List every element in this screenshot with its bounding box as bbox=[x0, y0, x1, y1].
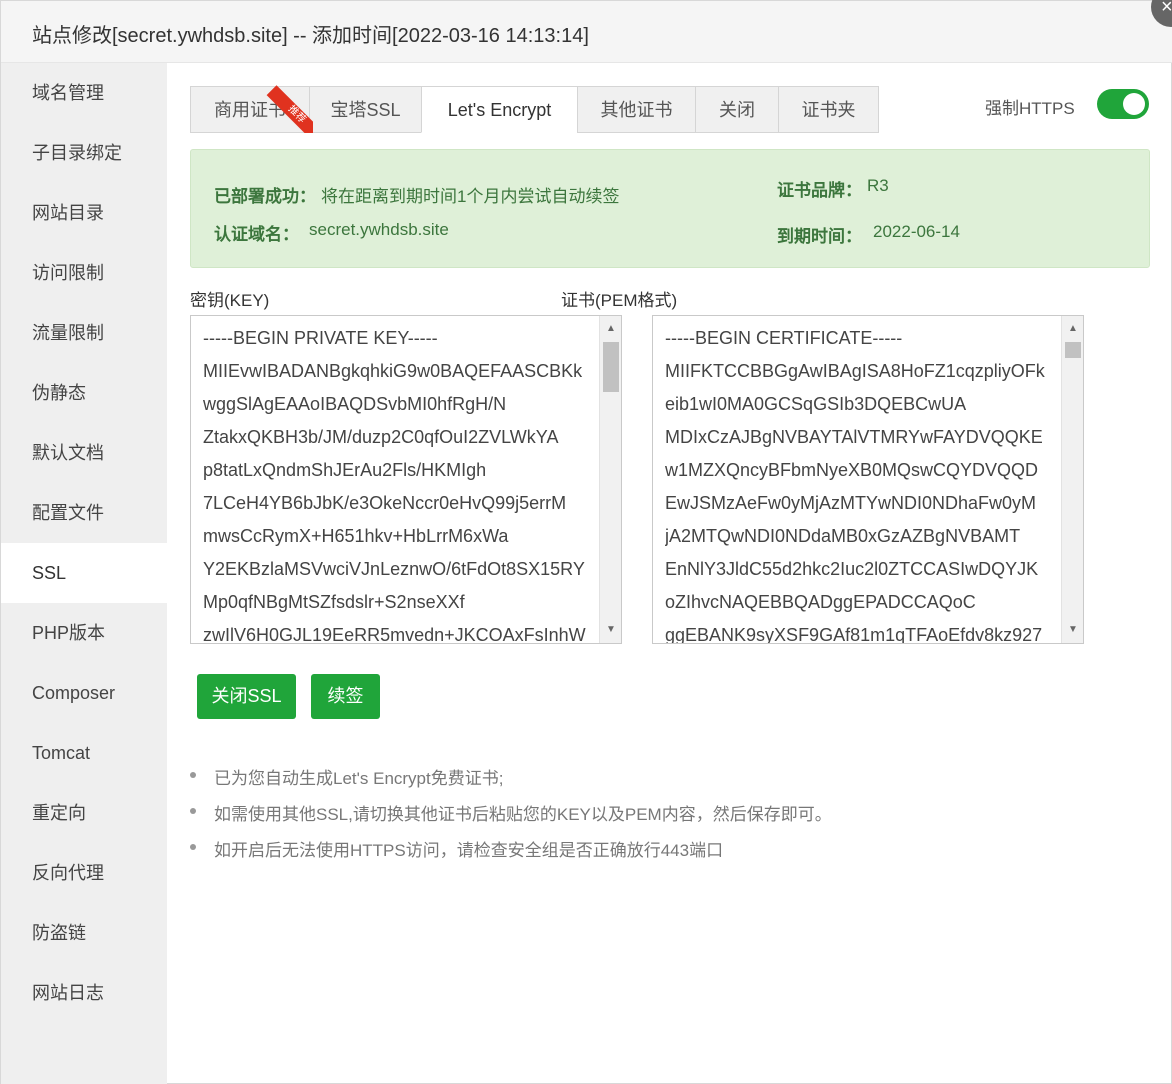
tab-close[interactable]: 关闭 bbox=[695, 86, 779, 133]
cert-scrollbar[interactable]: ▲ ▼ bbox=[1061, 316, 1083, 643]
key-line: Mp0qfNBgMtSZfsdslr+S2nseXXf bbox=[203, 592, 465, 612]
sidebar-item-traffic-limit[interactable]: 流量限制 bbox=[1, 303, 167, 363]
key-line: MIIEvwIBADANBgkqhkiG9w0BAQEFAASCBKk bbox=[203, 361, 583, 381]
cert-line: ggEBANK9syXSF9GAf81m1qTFAoEfdv8kz927 bbox=[665, 625, 1043, 644]
sidebar-item-composer[interactable]: Composer bbox=[1, 663, 167, 723]
sidebar-item-tomcat[interactable]: Tomcat bbox=[1, 723, 167, 783]
key-scrollbar[interactable]: ▲ ▼ bbox=[599, 316, 621, 643]
sidebar-item-access-limit[interactable]: 访问限制 bbox=[1, 243, 167, 303]
key-line: mwsCcRymX+H651hkv+HbLrrM6xWa bbox=[203, 526, 509, 546]
sidebar-item-redirect[interactable]: 重定向 bbox=[1, 783, 167, 843]
cert-label: 证书(PEM格式) bbox=[561, 291, 678, 310]
close-ssl-button[interactable]: 关闭SSL bbox=[197, 674, 296, 719]
ssl-status-panel: 已部署成功： 将在距离到期时间1个月内尝试自动续签 认证域名： secret.y… bbox=[190, 149, 1150, 268]
tab-cert-folder[interactable]: 证书夹 bbox=[778, 86, 879, 133]
renew-button[interactable]: 续签 bbox=[311, 674, 380, 719]
key-line: Y2EKBzlaMSVwciVJnLeznwO/6tFdOt8SX15RY bbox=[203, 559, 585, 579]
certificate-content: -----BEGIN CERTIFICATE----- MIIFKTCCBBGg… bbox=[665, 322, 1057, 644]
scroll-up-icon[interactable]: ▲ bbox=[1062, 320, 1083, 338]
tip-text: 已为您自动生成Let's Encrypt免费证书; bbox=[214, 769, 504, 788]
domain-key: 认证域名： bbox=[214, 225, 299, 244]
bullet-icon bbox=[190, 772, 196, 778]
sidebar-item-hotlink[interactable]: 防盗链 bbox=[1, 903, 167, 963]
cert-line: w1MZXQncyBFbmNyeXB0MQswCQYDVQQD bbox=[665, 460, 1039, 480]
cert-scroll-thumb[interactable] bbox=[1065, 342, 1081, 358]
sidebar-item-config-file[interactable]: 配置文件 bbox=[1, 483, 167, 543]
brand-key: 证书品牌： bbox=[777, 181, 862, 200]
key-line: zwIlV6H0GJL19EeRR5mvedn+JKCOAxFsInhW bbox=[203, 625, 586, 644]
site-modify-dialog: 站点修改[secret.ywhdsb.site] -- 添加时间[2022-03… bbox=[0, 0, 1172, 1084]
cert-line: eib1wI0MA0GCSqGSIb3DQEBCwUA bbox=[665, 394, 967, 414]
bullet-icon bbox=[190, 844, 196, 850]
private-key-content: -----BEGIN PRIVATE KEY----- MIIEvwIBADAN… bbox=[203, 322, 595, 644]
deployed-key: 已部署成功： bbox=[214, 187, 316, 206]
sidebar-item-site-directory[interactable]: 网站目录 bbox=[1, 183, 167, 243]
expire-key: 到期时间： bbox=[777, 227, 862, 246]
sidebar-item-default-doc[interactable]: 默认文档 bbox=[1, 423, 167, 483]
sidebar-item-reverse-proxy[interactable]: 反向代理 bbox=[1, 843, 167, 903]
tab-lets-encrypt[interactable]: Let's Encrypt bbox=[421, 86, 578, 133]
tab-commercial-cert[interactable]: 商用证书 bbox=[190, 86, 310, 133]
bullet-icon bbox=[190, 808, 196, 814]
cert-line: EwJSMzAeFw0yMjAzMTYwNDI0NDhaFw0yM bbox=[665, 493, 1037, 513]
domain-value: secret.ywhdsb.site bbox=[309, 220, 449, 239]
sidebar-item-subdirectory[interactable]: 子目录绑定 bbox=[1, 123, 167, 183]
tab-other-cert[interactable]: 其他证书 bbox=[577, 86, 696, 133]
key-line: -----BEGIN PRIVATE KEY----- bbox=[203, 328, 438, 348]
cert-line: EnNlY3JldC55d2hkc2Iuc2l0ZTCCASIwDQYJK bbox=[665, 559, 1039, 579]
cert-line: oZIhvcNAQEBBQADggEPADCCAQoC bbox=[665, 592, 976, 612]
tip-text: 如需使用其他SSL,请切换其他证书后粘贴您的KEY以及PEM内容，然后保存即可。 bbox=[214, 805, 832, 824]
scroll-up-icon[interactable]: ▲ bbox=[600, 320, 621, 338]
cert-line: -----BEGIN CERTIFICATE----- bbox=[665, 328, 903, 348]
scroll-down-icon[interactable]: ▼ bbox=[600, 621, 621, 639]
sidebar: 域名管理 子目录绑定 网站目录 访问限制 流量限制 伪静态 默认文档 配置文件 … bbox=[1, 63, 167, 1084]
key-line: 7LCeH4YB6bJbK/e3OkeNccr0eHvQ99j5errM bbox=[203, 493, 567, 513]
cert-line: jA2MTQwNDI0NDdaMB0xGzAZBgNVBAMT bbox=[665, 526, 1021, 546]
certificate-textarea[interactable]: -----BEGIN CERTIFICATE----- MIIFKTCCBBGg… bbox=[652, 315, 1084, 644]
tip-text: 如开启后无法使用HTTPS访问，请检查安全组是否正确放行443端口 bbox=[214, 841, 724, 860]
dialog-titlebar: 站点修改[secret.ywhdsb.site] -- 添加时间[2022-03… bbox=[1, 1, 1172, 63]
key-label: 密钥(KEY) bbox=[190, 291, 270, 310]
key-line: p8tatLxQndmShJErAu2Fls/HKMIgh bbox=[203, 460, 487, 480]
toggle-knob bbox=[1123, 93, 1145, 115]
scroll-down-icon[interactable]: ▼ bbox=[1062, 621, 1083, 639]
force-https-label: 强制HTTPS bbox=[985, 99, 1075, 118]
sidebar-item-domain[interactable]: 域名管理 bbox=[1, 63, 167, 123]
deployed-value: 将在距离到期时间1个月内尝试自动续签 bbox=[321, 187, 620, 206]
key-line: ZtakxQKBH3b/JM/duzp2C0qfOuI2ZVLWkYA bbox=[203, 427, 559, 447]
sidebar-item-site-log[interactable]: 网站日志 bbox=[1, 963, 167, 1023]
sidebar-item-rewrite[interactable]: 伪静态 bbox=[1, 363, 167, 423]
private-key-textarea[interactable]: -----BEGIN PRIVATE KEY----- MIIEvwIBADAN… bbox=[190, 315, 622, 644]
expire-value: 2022-06-14 bbox=[873, 222, 960, 241]
sidebar-item-ssl[interactable]: SSL bbox=[1, 543, 167, 603]
force-https-toggle[interactable] bbox=[1097, 89, 1149, 119]
brand-value: R3 bbox=[867, 176, 889, 195]
sidebar-item-php-version[interactable]: PHP版本 bbox=[1, 603, 167, 663]
key-line: wggSlAgEAAoIBAQDSvbMI0hfRgH/N bbox=[203, 394, 507, 414]
cert-line: MIIFKTCCBBGgAwIBAgISA8HoFZ1cqzpliyOFk bbox=[665, 361, 1045, 381]
cert-line: MDIxCzAJBgNVBAYTAlVTMRYwFAYDVQQKE bbox=[665, 427, 1043, 447]
key-scroll-thumb[interactable] bbox=[603, 342, 619, 392]
dialog-title: 站点修改[secret.ywhdsb.site] -- 添加时间[2022-03… bbox=[32, 25, 589, 47]
tab-bt-ssl[interactable]: 宝塔SSL bbox=[309, 86, 422, 133]
